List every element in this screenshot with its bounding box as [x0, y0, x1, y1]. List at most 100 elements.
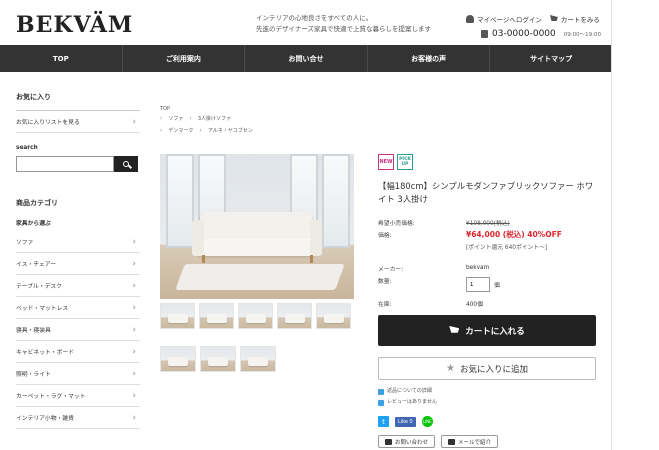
sidebar-item-carpet[interactable]: カーペット・ラグ・マット ›: [16, 385, 140, 407]
favorites-heading: お気に入り: [16, 80, 140, 111]
chevron-right-icon: ›: [132, 324, 136, 335]
add-to-favorites-button[interactable]: ★ お気に入りに追加: [378, 357, 596, 380]
sale-price: ¥64,000 (税込) 40%OFF: [466, 229, 562, 239]
product-thumbnail[interactable]: [200, 346, 236, 372]
nav-sitemap[interactable]: サイトマップ: [490, 45, 611, 72]
list-price: ¥108,000(税込): [466, 220, 510, 227]
outer-margin: [612, 0, 659, 450]
return-icon: [378, 388, 384, 395]
social-buttons: t Like 0 LINE: [378, 416, 433, 427]
sidebar-item-sofa[interactable]: ソファ ›: [16, 231, 140, 253]
tagline-line-1: インテリアの心地良さをすべての人に。: [256, 14, 373, 22]
maker-label: メーカー:: [378, 266, 404, 273]
add-to-favorites-label: お気に入りに追加: [459, 363, 528, 374]
nav-guide[interactable]: ご利用案内: [123, 45, 246, 72]
favorites-list-label: お気に入りリストを見る: [16, 120, 80, 126]
product-thumbnail[interactable]: [277, 303, 312, 329]
page: BEKVÄM インテリアの心地良さをすべての人に。 先進のデザイナーズ家具で快適…: [0, 0, 612, 450]
sidebar-item-label: インテリア小物・雑貨: [16, 416, 74, 422]
product-thumbnail[interactable]: [199, 303, 234, 329]
mypage-label: マイページへログイン: [477, 16, 542, 24]
chat-icon: [385, 438, 392, 445]
product-gallery: [160, 154, 354, 372]
sidebar-item-light[interactable]: 照明・ライト ›: [16, 363, 140, 385]
quantity-input[interactable]: [466, 277, 490, 292]
site-logo[interactable]: BEKVÄM: [16, 12, 133, 38]
price-label: 価格:: [378, 232, 392, 239]
tagline-line-2: 先進のデザイナーズ家具で快適で上質な暮らしを提案します: [256, 25, 432, 33]
thumbnail-row-2: [160, 346, 354, 372]
main-content: TOP › ソファ › 3人掛けソファ › デンマーク › アルネ・ヤコブセン: [160, 80, 600, 448]
sidebar-item-label: ソファ: [16, 240, 34, 246]
cart-icon: [449, 326, 460, 333]
breadcrumb-3seat[interactable]: 3人掛けソファ: [198, 114, 231, 124]
sidebar-item-goods[interactable]: インテリア小物・雑貨 ›: [16, 407, 140, 429]
sofa-seat: [196, 238, 316, 256]
chevron-right-icon: ›: [160, 115, 163, 122]
pickup-badge: PICK UP: [397, 154, 413, 170]
line-icon[interactable]: LINE: [421, 416, 433, 427]
breadcrumb-designer[interactable]: アルネ・ヤコブセン: [208, 126, 253, 136]
cart-label: カートをみる: [560, 16, 600, 24]
add-to-cart-label: カートに入れる: [465, 325, 525, 336]
product-thumbnail[interactable]: [160, 303, 195, 329]
nav-contact[interactable]: お問い合せ: [245, 45, 368, 72]
nav-voice[interactable]: お客様の声: [368, 45, 491, 72]
facebook-like-button[interactable]: Like 0: [395, 416, 416, 427]
chevron-right-icon: ›: [160, 127, 163, 134]
cart-icon: [549, 15, 558, 21]
mail-share-button[interactable]: メールで紹介: [441, 435, 499, 448]
search-button[interactable]: [114, 156, 138, 172]
sofa-leg: [202, 255, 205, 263]
contact-label: お問い合わせ: [395, 439, 429, 446]
search-form: [16, 156, 138, 172]
favorites-list-link[interactable]: お気に入りリストを見る ›: [16, 111, 140, 133]
sidebar: お気に入り お気に入りリストを見る › search 商品カテゴリ 家具から選ぶ …: [16, 80, 140, 429]
stock-label: 在庫:: [378, 301, 392, 308]
chevron-right-icon: ›: [132, 258, 136, 269]
product-name: 【幅180cm】シンプルモダンファブリックソファー ホワイト 3人掛け: [378, 181, 594, 204]
chevron-right-icon: ›: [132, 390, 136, 401]
product-links: 返品についての詳細 レビューはありません: [378, 386, 437, 408]
maker-value: bekvam: [466, 265, 490, 271]
search-input[interactable]: [16, 156, 114, 172]
product-main-image[interactable]: [160, 154, 354, 299]
sofa-arm: [310, 220, 322, 256]
review-link[interactable]: レビューはありません: [378, 397, 437, 408]
mypage-link[interactable]: マイページへログイン: [466, 14, 542, 24]
breadcrumb-denmark[interactable]: デンマーク: [168, 126, 193, 136]
product-specs: 希望小売価格: ¥108,000(税込) 価格: ¥64,000 (税込) 40%O…: [378, 216, 600, 309]
twitter-icon[interactable]: t: [378, 416, 389, 427]
new-badge: NEW: [378, 154, 394, 170]
search-label: search: [16, 145, 38, 151]
sidebar-item-chair[interactable]: イス・チェアー ›: [16, 253, 140, 275]
category-heading: 商品カテゴリ: [16, 199, 58, 207]
cart-link[interactable]: カートをみる: [549, 14, 600, 24]
product-thumbnail[interactable]: [160, 346, 196, 372]
add-to-cart-button[interactable]: カートに入れる: [378, 315, 596, 346]
contact-button[interactable]: お問い合わせ: [378, 435, 436, 448]
sidebar-item-label: ベッド・マットレス: [16, 306, 69, 312]
product-thumbnail[interactable]: [316, 303, 351, 329]
breadcrumb-sofa[interactable]: ソファ: [168, 114, 183, 124]
sidebar-item-cabinet[interactable]: キャビネット・ボード ›: [16, 341, 140, 363]
chevron-right-icon: ›: [132, 236, 136, 247]
person-icon: [466, 15, 474, 23]
nav-top[interactable]: TOP: [0, 45, 123, 72]
chevron-right-icon: ›: [132, 368, 136, 379]
breadcrumb-top[interactable]: TOP: [160, 104, 170, 114]
header-links: マイページへログイン カートをみる: [466, 14, 600, 24]
mail-share-label: メールで紹介: [458, 439, 492, 446]
list-price-label: 希望小売価格:: [378, 220, 415, 227]
review-label: レビューはありません: [387, 399, 437, 405]
product-thumbnail[interactable]: [240, 346, 276, 372]
stock-value: 400個: [466, 301, 483, 308]
sidebar-item-label: 寝具・寝装具: [16, 328, 51, 334]
sidebar-item-bed[interactable]: ベッド・マットレス ›: [16, 297, 140, 319]
business-hours: 09:00～19:00: [563, 32, 601, 38]
sidebar-item-table[interactable]: テーブル・デスク ›: [16, 275, 140, 297]
sidebar-item-bedding[interactable]: 寝具・寝装具 ›: [16, 319, 140, 341]
product-thumbnail[interactable]: [238, 303, 273, 329]
global-nav: TOP ご利用案内 お問い合せ お客様の声 サイトマップ: [0, 45, 611, 72]
return-info-link[interactable]: 返品についての詳細: [378, 386, 437, 397]
